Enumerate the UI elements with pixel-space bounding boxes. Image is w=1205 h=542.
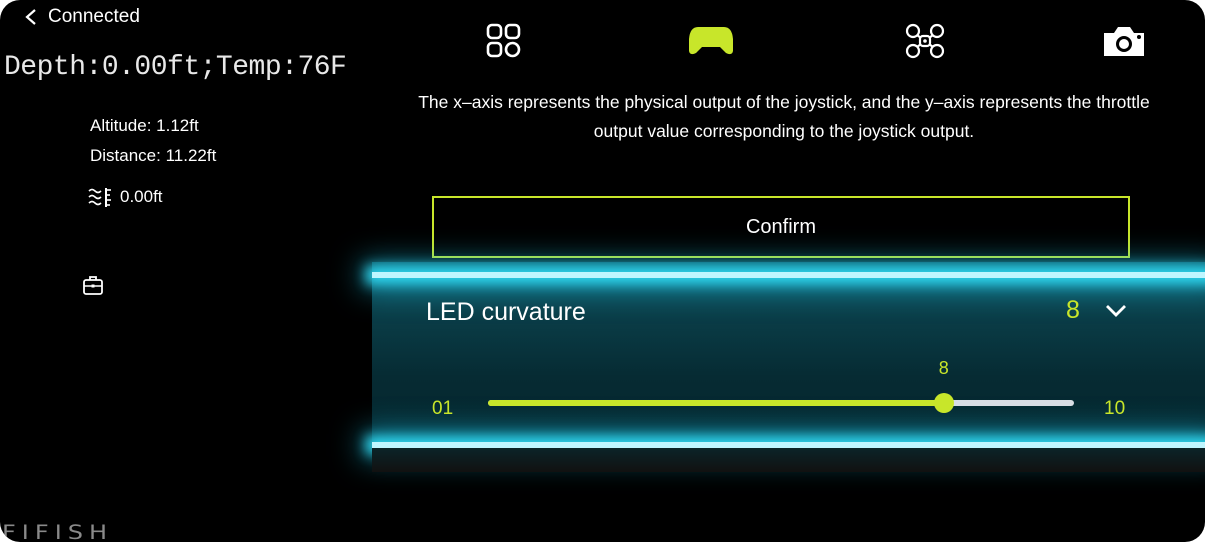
app-screen: Connected Depth:0.00ft;Temp:76F Altitude… [0,0,1205,542]
slider-min-label: 01 [432,398,454,419]
led-curvature-panel: LED curvature 8 8 01 10 [372,262,1205,472]
led-curvature-value: 8 [1066,296,1080,324]
panel-shadow [372,448,1205,472]
joystick-curve-description: The x–axis represents the physical outpu… [418,92,1150,141]
drone-icon[interactable] [905,22,945,60]
led-curvature-slider[interactable] [488,393,1074,413]
gamepad-icon[interactable] [688,22,734,60]
back-button[interactable]: Connected [24,6,140,28]
toolbox-icon[interactable] [82,274,104,296]
grid-icon[interactable] [486,22,522,60]
slider-fill [488,400,944,406]
water-depth-icon [88,188,111,207]
slider-max-label: 10 [1104,398,1126,419]
brand-logo: FIFISH [2,521,114,542]
connection-status: Connected [48,6,140,27]
distance-readout: Distance: 11.22ft [90,146,217,165]
confirm-button[interactable]: Confirm [432,196,1130,258]
slider-thumb[interactable] [933,393,954,413]
chevron-down-icon[interactable] [1104,302,1128,320]
altitude-readout: Altitude: 1.12ft [90,116,199,135]
panel-glow-top [372,272,1205,278]
water-depth-readout: 0.00ft [88,186,163,208]
telemetry-readout: Depth:0.00ft;Temp:76F [4,52,347,83]
led-curvature-label: LED curvature [426,298,586,326]
chevron-left-icon [25,9,36,25]
slider-current-label: 8 [938,358,949,378]
water-depth-value: 0.00ft [120,187,163,206]
camera-icon[interactable] [1100,22,1148,60]
